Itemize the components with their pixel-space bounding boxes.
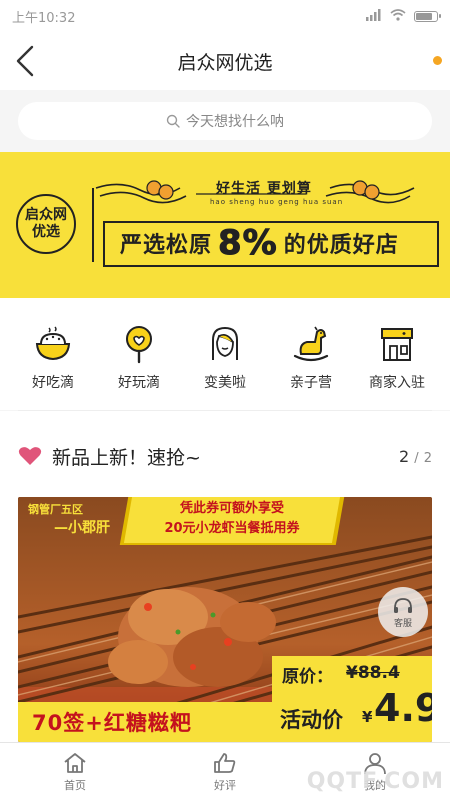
tab-label: 首页 xyxy=(64,778,86,792)
promo-shop-name: —小郡肝 xyxy=(54,520,110,536)
original-price: ¥88.4 xyxy=(346,663,400,683)
woman-face-icon xyxy=(212,326,238,360)
voucher-text: 凭此券可额外享受 20元小龙虾当餐抵用券 xyxy=(132,497,332,541)
notification-dot xyxy=(433,56,442,65)
status-bar: 上午10:32 xyxy=(0,0,450,32)
category-label: 好吃滴 xyxy=(32,375,74,391)
headline-pre: 严选松原 xyxy=(120,233,213,258)
battery-level xyxy=(416,12,433,20)
rocking-horse-icon xyxy=(293,326,329,362)
section-header: 新品上新！速抢~ 2 / 2 xyxy=(18,441,432,471)
category-label: 商家入驻 xyxy=(369,375,425,391)
activity-price: 4.9 xyxy=(374,686,432,730)
watermark: QQTF.COM xyxy=(306,769,444,794)
pager-total: 2 xyxy=(423,450,432,466)
signal-icon xyxy=(366,8,382,24)
headline-big: 8% xyxy=(218,223,278,264)
category-label: 变美啦 xyxy=(204,375,246,391)
tab-reviews[interactable]: 好评 xyxy=(180,751,270,793)
customer-service-label: 客服 xyxy=(393,618,412,629)
category-beauty[interactable]: 变美啦 xyxy=(185,298,265,392)
rice-bowl-icon xyxy=(35,326,71,361)
banner-divider xyxy=(92,188,94,262)
promo-location: 钢管厂五区 xyxy=(28,503,83,516)
search-icon xyxy=(166,114,180,128)
search-placeholder: 今天想找什么呐 xyxy=(186,114,284,130)
back-button[interactable] xyxy=(10,42,40,80)
promo-deal: 70签+红糖糍粑 xyxy=(18,702,278,742)
tab-label: 好评 xyxy=(214,778,236,792)
storefront-icon xyxy=(381,328,413,361)
original-price-label: 原价： xyxy=(282,667,333,687)
category-label: 亲子营 xyxy=(290,375,332,391)
logo-line2: 优选 xyxy=(32,224,60,240)
category-fun[interactable]: 好玩滴 xyxy=(99,298,179,392)
activity-price-label: 活动价 xyxy=(280,708,343,732)
pager-sep: / xyxy=(414,450,419,466)
tab-home[interactable]: 首页 xyxy=(30,751,120,793)
banner-pinyin: hao sheng huo geng hua suan xyxy=(210,198,344,206)
home-icon xyxy=(64,752,86,773)
voucher-line1: 凭此券可额外享受 xyxy=(179,501,284,516)
pager-current: 2 xyxy=(398,446,410,466)
thumbs-up-icon xyxy=(214,752,236,773)
banner-slogan: 好生活 更划算 xyxy=(216,181,312,197)
page-title: 启众网优选 xyxy=(177,51,273,74)
search-area: 今天想找什么呐 xyxy=(0,90,450,152)
heart-icon xyxy=(18,447,42,465)
category-grid: 好吃滴 好玩滴 变美啦 亲子营 商家入驻 xyxy=(0,298,450,410)
headline-post: 的优质好店 xyxy=(283,233,399,258)
chevron-left-icon xyxy=(16,45,34,77)
logo-line1: 启众网 xyxy=(25,207,67,223)
pager: 2 / 2 xyxy=(399,447,432,466)
banner-logo: 启众网 优选 xyxy=(16,194,76,254)
nav-bar: 启众网优选 xyxy=(0,32,450,90)
category-family[interactable]: 亲子营 xyxy=(271,298,351,392)
headset-icon xyxy=(394,597,412,613)
banner-headline: 严选松原 8% 的优质好店 xyxy=(108,223,438,264)
section-title: 新品上新！速抢~ xyxy=(52,446,201,469)
customer-service-button[interactable]: 客服 xyxy=(378,587,428,637)
voucher-line2: 20元小龙虾当餐抵用券 xyxy=(164,521,300,536)
category-label: 好玩滴 xyxy=(118,375,160,391)
new-products-section: 新品上新！速抢~ 2 / 2 钢管厂五区 —小郡肝 凭此券可额外享受 20元小龙… xyxy=(0,411,450,742)
promo-card[interactable]: 钢管厂五区 —小郡肝 凭此券可额外享受 20元小龙虾当餐抵用券 70签+红糖糍粑… xyxy=(18,497,432,742)
price-box: 原价： ¥88.4 活动价 ¥ 4.9 xyxy=(272,656,432,742)
battery-icon xyxy=(414,10,441,22)
category-food[interactable]: 好吃滴 xyxy=(13,298,93,392)
activity-currency: ¥ xyxy=(362,708,373,726)
category-merchant-join[interactable]: 商家入驻 xyxy=(357,298,437,392)
search-input[interactable]: 今天想找什么呐 xyxy=(18,102,432,140)
status-time: 上午10:32 xyxy=(12,10,76,26)
lollipop-icon xyxy=(126,326,152,364)
status-indicators xyxy=(366,8,441,24)
wifi-icon xyxy=(390,8,406,24)
promo-banner[interactable]: 启众网 优选 好生活 更划算 hao sheng huo geng hua su… xyxy=(0,152,450,298)
